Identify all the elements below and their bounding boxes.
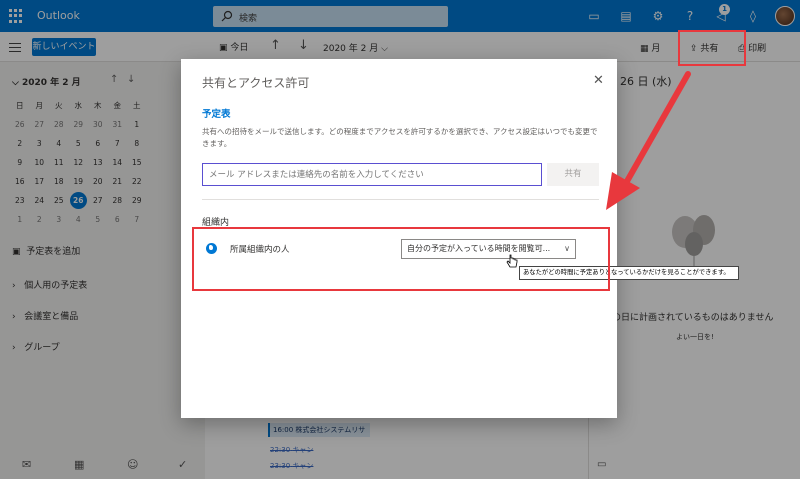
dialog-title: 共有とアクセス許可 [202,76,310,90]
share-submit-button[interactable]: 共有 [547,163,599,186]
share-description: 共有への招待をメールで送信します。どの程度までアクセスを許可するかを選択でき、ア… [202,127,598,148]
email-field[interactable] [202,163,542,186]
annotation-arrow [606,71,691,210]
email-input[interactable] [203,164,541,185]
org-highlight-box [192,227,610,291]
divider [202,199,599,200]
calendar-section-label: 予定表 [202,109,231,120]
